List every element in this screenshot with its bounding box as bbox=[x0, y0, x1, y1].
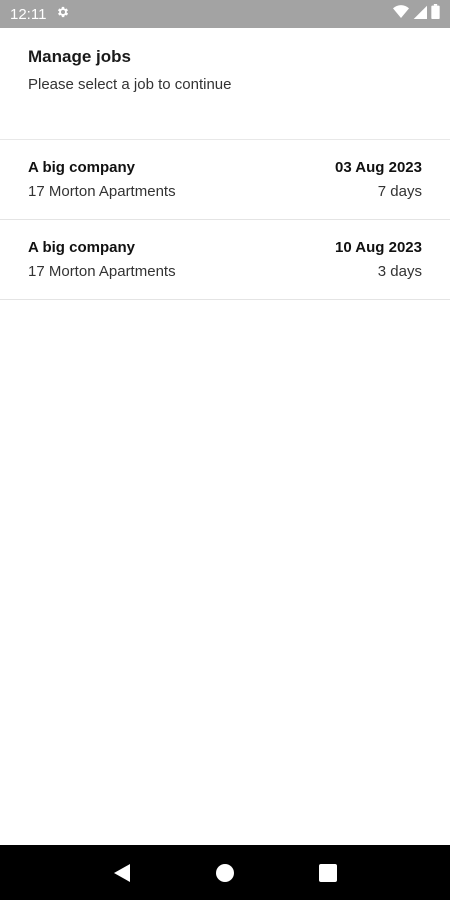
status-bar-left: 12:11 bbox=[10, 5, 70, 23]
navigation-bar bbox=[0, 845, 450, 900]
job-schedule: 10 Aug 2023 3 days bbox=[335, 239, 422, 280]
job-row[interactable]: A big company 17 Morton Apartments 03 Au… bbox=[0, 140, 450, 220]
job-address: 17 Morton Apartments bbox=[28, 183, 176, 200]
recents-icon[interactable] bbox=[313, 858, 343, 888]
job-row[interactable]: A big company 17 Morton Apartments 10 Au… bbox=[0, 220, 450, 300]
job-duration: 3 days bbox=[377, 263, 422, 280]
status-time: 12:11 bbox=[10, 5, 47, 23]
job-company: A big company bbox=[28, 159, 135, 176]
battery-icon bbox=[431, 4, 440, 24]
page-subtitle: Please select a job to continue bbox=[28, 76, 232, 93]
job-info: A big company 17 Morton Apartments bbox=[28, 239, 176, 280]
job-info: A big company 17 Morton Apartments bbox=[28, 159, 176, 200]
wifi-icon bbox=[393, 4, 409, 24]
signal-icon bbox=[413, 5, 427, 24]
status-bar: 12:11 bbox=[0, 0, 450, 28]
job-duration: 7 days bbox=[377, 183, 422, 200]
back-icon[interactable] bbox=[107, 858, 137, 888]
job-address: 17 Morton Apartments bbox=[28, 263, 176, 280]
job-date: 03 Aug 2023 bbox=[335, 159, 422, 176]
home-icon[interactable] bbox=[210, 858, 240, 888]
job-schedule: 03 Aug 2023 7 days bbox=[335, 159, 422, 200]
page-header: Manage jobs Please select a job to conti… bbox=[0, 28, 450, 140]
status-bar-right bbox=[393, 4, 440, 24]
page-title: Manage jobs bbox=[28, 47, 131, 66]
job-company: A big company bbox=[28, 239, 135, 256]
job-list: A big company 17 Morton Apartments 03 Au… bbox=[0, 140, 450, 300]
settings-icon bbox=[56, 5, 70, 23]
job-date: 10 Aug 2023 bbox=[335, 239, 422, 256]
